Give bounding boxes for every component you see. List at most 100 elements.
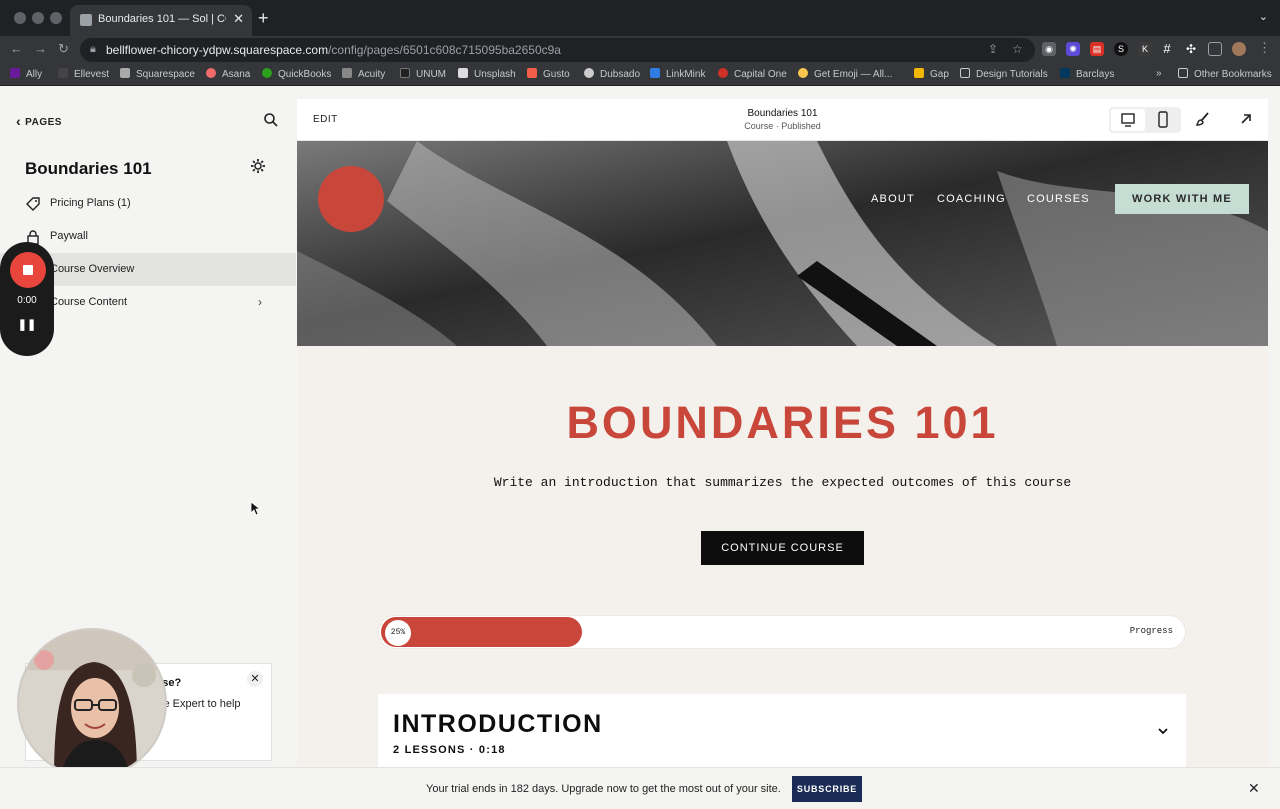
- editor-toolbar: EDIT Boundaries 101 Course · Published: [297, 99, 1268, 141]
- bookmark-get-emoji[interactable]: Get Emoji — All...: [798, 68, 892, 80]
- mobile-view-button[interactable]: [1147, 109, 1179, 131]
- section-title: INTRODUCTION: [393, 710, 603, 738]
- window-zoom-button[interactable]: [50, 12, 62, 24]
- reload-icon[interactable]: ↻: [58, 41, 69, 57]
- desktop-view-button[interactable]: [1111, 109, 1145, 131]
- s-extension-icon[interactable]: S: [1114, 42, 1128, 56]
- site-logo[interactable]: [318, 166, 384, 232]
- bookmark-unum[interactable]: UNUM: [400, 68, 446, 80]
- bookmark-unsplash[interactable]: Unsplash: [458, 68, 516, 80]
- open-external-arrow-icon[interactable]: [1238, 111, 1254, 127]
- sidebar-item-label: Course Content: [50, 296, 128, 308]
- webcam-video: [17, 628, 167, 778]
- hashtag-extension-icon[interactable]: #: [1160, 42, 1174, 56]
- side-panel-icon[interactable]: [1208, 42, 1222, 56]
- browser-menu-icon[interactable]: ⋮: [1258, 40, 1271, 56]
- bookmark-star-icon[interactable]: ☆: [1012, 42, 1023, 56]
- search-icon[interactable]: [263, 112, 279, 128]
- stop-recording-button[interactable]: [10, 252, 46, 288]
- help-text: ce Expert to help: [158, 698, 241, 710]
- sidebar-item-label: Course Overview: [50, 263, 135, 275]
- pause-icon[interactable]: ❚❚: [0, 318, 54, 331]
- desktop-icon: [1121, 113, 1135, 127]
- course-title: BOUNDARIES 101: [566, 397, 999, 448]
- url-text: bellflower-chicory-ydpw.squarespace.com/…: [106, 43, 561, 57]
- nav-link-coaching[interactable]: COACHING: [937, 193, 1006, 205]
- bookmark-quickbooks[interactable]: QuickBooks: [262, 68, 331, 80]
- chevron-down-icon[interactable]: [1156, 724, 1170, 738]
- bookmark-squarespace[interactable]: Squarespace: [120, 68, 195, 80]
- lock-icon: 🔒︎: [90, 43, 96, 55]
- address-bar[interactable]: 🔒︎ bellflower-chicory-ydpw.squarespace.c…: [80, 38, 1035, 62]
- tab-close-icon[interactable]: ✕: [233, 11, 244, 27]
- hero-image: [297, 141, 1268, 346]
- work-with-me-button[interactable]: WORK WITH ME: [1115, 184, 1249, 214]
- back-icon[interactable]: ←: [10, 41, 23, 56]
- continue-course-button[interactable]: CONTINUE COURSE: [701, 531, 864, 565]
- bookmark-dubsado[interactable]: Dubsado: [584, 68, 640, 80]
- back-to-pages-button[interactable]: ‹ PAGES: [16, 113, 62, 129]
- puzzle-extensions-icon[interactable]: ✣: [1184, 42, 1198, 56]
- screen-recorder-controls: 0:00 ❚❚: [0, 242, 54, 356]
- sidebar-item-label: Paywall: [50, 230, 88, 242]
- progress-label: Progress: [1129, 626, 1173, 636]
- gear-extension-icon[interactable]: ✺: [1066, 42, 1080, 56]
- other-bookmarks-folder[interactable]: Other Bookmarks: [1178, 68, 1272, 80]
- tab-search-chevron-icon[interactable]: ⌄: [1259, 10, 1268, 23]
- calendar-extension-icon[interactable]: ▤: [1090, 42, 1104, 56]
- nav-link-about[interactable]: ABOUT: [871, 193, 915, 205]
- course-section-introduction[interactable]: INTRODUCTION 2 LESSONS · 0:18: [378, 694, 1186, 767]
- bookmark-acuity[interactable]: Acuity: [342, 68, 385, 80]
- bookmarks-bar: Ally Ellevest Squarespace Asana QuickBoo…: [0, 64, 1280, 86]
- close-icon[interactable]: ✕: [247, 671, 263, 687]
- browser-tabbar: Boundaries 101 — Sol | COURS… ✕ + ⌄: [0, 0, 1280, 36]
- bookmark-ellevest[interactable]: Ellevest: [58, 68, 109, 80]
- sidebar-item-pricing-plans[interactable]: Pricing Plans (1): [0, 187, 296, 220]
- browser-tab[interactable]: Boundaries 101 — Sol | COURS… ✕: [70, 5, 252, 36]
- bookmark-design-tutorials[interactable]: Design Tutorials: [960, 68, 1048, 80]
- progress-percent: 25%: [385, 620, 411, 646]
- paintbrush-icon[interactable]: [1195, 111, 1211, 127]
- mobile-icon: [1158, 111, 1168, 128]
- gear-icon[interactable]: [250, 158, 266, 174]
- screenshot-extension-icon[interactable]: ◉: [1042, 42, 1056, 56]
- squarespace-favicon-icon: [80, 14, 92, 26]
- presenter-image: [19, 630, 165, 776]
- new-tab-button[interactable]: +: [258, 8, 269, 29]
- browser-toolbar: ← → ↻ 🔒︎ bellflower-chicory-ydpw.squares…: [0, 36, 1280, 64]
- profile-avatar[interactable]: [1232, 42, 1246, 56]
- device-view-toggle: [1109, 107, 1181, 133]
- forward-icon[interactable]: →: [34, 41, 47, 56]
- chevron-right-icon: ›: [258, 295, 262, 309]
- recording-timer: 0:00: [17, 295, 37, 306]
- more-bookmarks-icon[interactable]: »: [1156, 68, 1162, 79]
- page-title: Boundaries 101: [25, 159, 152, 178]
- hero-banner: ABOUT COACHING COURSES WORK WITH ME: [297, 141, 1268, 346]
- bookmark-asana[interactable]: Asana: [206, 68, 250, 80]
- trial-text: Your trial ends in 182 days. Upgrade now…: [426, 783, 781, 795]
- window-minimize-button[interactable]: [32, 12, 44, 24]
- window-close-button[interactable]: [14, 12, 26, 24]
- nav-link-courses[interactable]: COURSES: [1027, 193, 1090, 205]
- close-icon[interactable]: ✕: [1248, 780, 1260, 797]
- site-preview-frame: EDIT Boundaries 101 Course · Published A…: [297, 99, 1268, 767]
- progress-fill: 25%: [381, 617, 582, 647]
- tab-title: Boundaries 101 — Sol | COURS…: [98, 13, 226, 25]
- section-meta: 2 LESSONS · 0:18: [393, 744, 506, 756]
- k-extension-icon[interactable]: K: [1138, 42, 1152, 56]
- bookmark-ally[interactable]: Ally: [10, 68, 42, 80]
- bookmark-gusto[interactable]: Gusto: [527, 68, 570, 80]
- subscribe-button[interactable]: SUBSCRIBE: [792, 776, 862, 802]
- bookmark-gap[interactable]: Gap: [914, 68, 949, 80]
- course-intro: Write an introduction that summarizes th…: [493, 475, 1072, 490]
- mouse-cursor-icon: [251, 502, 261, 516]
- trial-banner: Your trial ends in 182 days. Upgrade now…: [0, 767, 1280, 809]
- bookmark-barclays[interactable]: Barclays: [1060, 68, 1114, 80]
- bookmark-capital-one[interactable]: Capital One: [718, 68, 787, 80]
- chevron-left-icon: ‹: [16, 113, 22, 129]
- bookmark-linkmink[interactable]: LinkMink: [650, 68, 705, 80]
- course-progress-bar: 25% Progress: [378, 615, 1186, 649]
- sidebar-item-label: Pricing Plans (1): [50, 197, 131, 209]
- share-icon[interactable]: ⇪: [988, 42, 998, 56]
- tag-icon: [26, 197, 40, 211]
